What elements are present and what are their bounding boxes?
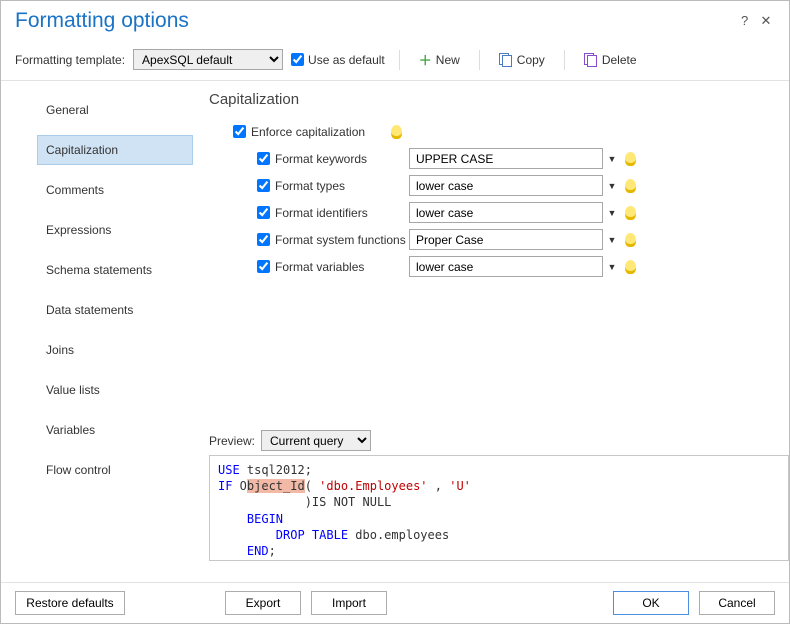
format-types-checkbox[interactable]: Format types bbox=[257, 179, 409, 193]
preview-label: Preview: bbox=[209, 434, 255, 448]
help-icon[interactable]: ? bbox=[736, 13, 754, 28]
import-button[interactable]: Import bbox=[311, 591, 387, 615]
format-variables-checkbox[interactable]: Format variables bbox=[257, 260, 409, 274]
sidebar-item-comments[interactable]: Comments bbox=[37, 175, 193, 205]
sidebar: General Capitalization Comments Expressi… bbox=[1, 81, 193, 561]
copy-button[interactable]: Copy bbox=[492, 50, 552, 70]
sidebar-item-capitalization[interactable]: Capitalization bbox=[37, 135, 193, 165]
new-button[interactable]: ＋ New bbox=[412, 47, 467, 72]
preview-code: USE tsql2012; IF Object_Id( 'dbo.Employe… bbox=[209, 455, 789, 561]
format-system-functions-checkbox[interactable]: Format system functions bbox=[257, 233, 409, 247]
settings-panel: Capitalization Enforce capitalization Fo… bbox=[193, 81, 789, 280]
sidebar-item-data-statements[interactable]: Data statements bbox=[37, 295, 193, 325]
format-system-functions-select[interactable]: Proper Case bbox=[409, 229, 603, 250]
delete-icon bbox=[584, 53, 598, 67]
lightbulb-icon[interactable] bbox=[625, 179, 636, 193]
format-keywords-checkbox[interactable]: Format keywords bbox=[257, 152, 409, 166]
sidebar-item-flow-control[interactable]: Flow control bbox=[37, 455, 193, 485]
format-identifiers-select[interactable]: lower case bbox=[409, 202, 603, 223]
chevron-down-icon[interactable]: ▼ bbox=[605, 235, 619, 245]
lightbulb-icon[interactable] bbox=[625, 206, 636, 220]
chevron-down-icon[interactable]: ▼ bbox=[605, 154, 619, 164]
lightbulb-icon[interactable] bbox=[625, 260, 636, 274]
dialog-title: Formatting options bbox=[15, 9, 189, 33]
lightbulb-icon[interactable] bbox=[625, 233, 636, 247]
chevron-down-icon[interactable]: ▼ bbox=[605, 208, 619, 218]
restore-defaults-button[interactable]: Restore defaults bbox=[15, 591, 125, 615]
panel-heading: Capitalization bbox=[209, 91, 771, 108]
enforce-capitalization-checkbox[interactable]: Enforce capitalization bbox=[233, 125, 385, 139]
plus-icon: ＋ bbox=[419, 50, 432, 69]
format-types-select[interactable]: lower case bbox=[409, 175, 603, 196]
lightbulb-icon[interactable] bbox=[391, 125, 402, 139]
format-variables-select[interactable]: lower case bbox=[409, 256, 603, 277]
format-identifiers-checkbox[interactable]: Format identifiers bbox=[257, 206, 409, 220]
sidebar-item-general[interactable]: General bbox=[37, 95, 193, 125]
use-as-default-input[interactable] bbox=[291, 53, 304, 66]
lightbulb-icon[interactable] bbox=[625, 152, 636, 166]
use-as-default-checkbox[interactable]: Use as default bbox=[291, 53, 385, 67]
chevron-down-icon[interactable]: ▼ bbox=[605, 262, 619, 272]
sidebar-item-joins[interactable]: Joins bbox=[37, 335, 193, 365]
export-button[interactable]: Export bbox=[225, 591, 301, 615]
template-label: Formatting template: bbox=[15, 53, 125, 67]
sidebar-item-variables[interactable]: Variables bbox=[37, 415, 193, 445]
chevron-down-icon[interactable]: ▼ bbox=[605, 181, 619, 191]
ok-button[interactable]: OK bbox=[613, 591, 689, 615]
format-keywords-select[interactable]: UPPER CASE bbox=[409, 148, 603, 169]
delete-button[interactable]: Delete bbox=[577, 50, 644, 70]
sidebar-item-value-lists[interactable]: Value lists bbox=[37, 375, 193, 405]
preview-mode-select[interactable]: Current query bbox=[261, 430, 371, 451]
sidebar-item-expressions[interactable]: Expressions bbox=[37, 215, 193, 245]
template-select[interactable]: ApexSQL default bbox=[133, 49, 283, 70]
close-icon[interactable]: ✕ bbox=[757, 13, 775, 29]
sidebar-item-schema-statements[interactable]: Schema statements bbox=[37, 255, 193, 285]
cancel-button[interactable]: Cancel bbox=[699, 591, 775, 615]
copy-icon bbox=[499, 53, 513, 67]
